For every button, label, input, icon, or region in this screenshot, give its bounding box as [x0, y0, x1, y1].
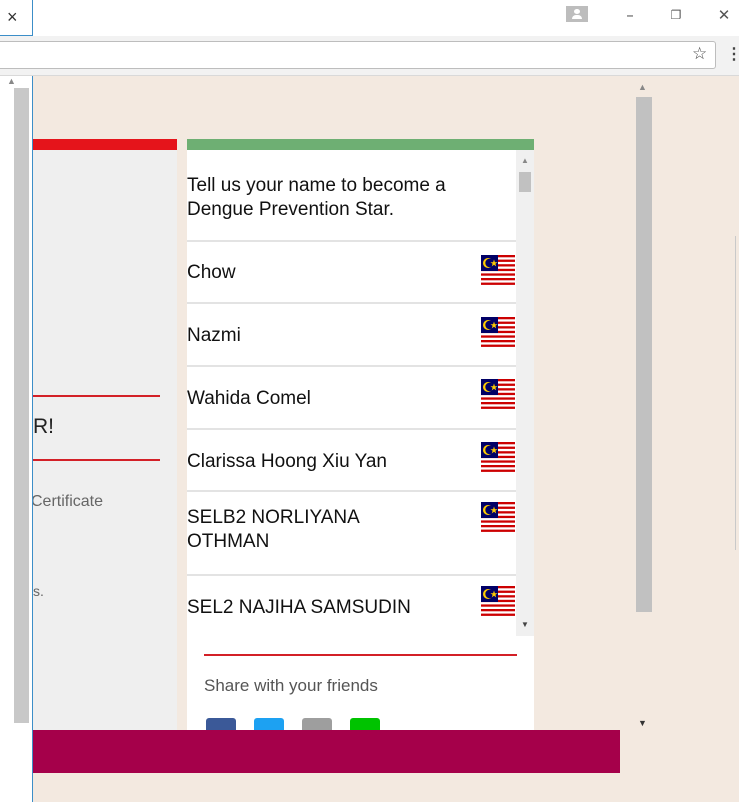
- left-divider-bottom: [33, 459, 160, 461]
- tab-close-icon[interactable]: ×: [7, 7, 18, 27]
- malaysia-flag-icon: [481, 379, 515, 411]
- entry-name: SELB2 NORLIYANA OTHMAN: [187, 507, 359, 552]
- left-heading: R!: [33, 415, 54, 438]
- bookmark-star-icon[interactable]: ☆: [692, 44, 707, 64]
- entry-name: Nazmi: [187, 325, 241, 346]
- entry-name: Clarissa Hoong Xiu Yan: [187, 451, 387, 472]
- entry-name: SEL2 NAJIHA SAMSUDIN: [187, 597, 411, 618]
- scroll-up-arrow-icon[interactable]: ▲: [521, 156, 529, 165]
- list-item: Chow: [187, 242, 516, 304]
- left-card: R! Certificate s.: [33, 139, 177, 739]
- profile-icon[interactable]: [566, 6, 588, 22]
- left-text-certificate: Certificate: [33, 493, 104, 510]
- share-label: Share with your friends: [204, 676, 378, 695]
- scroll-down-arrow-icon[interactable]: ▼: [521, 620, 529, 629]
- main-card-accent-bar: [187, 139, 534, 150]
- names-list-scrollbar[interactable]: ▲ ▼: [516, 150, 534, 636]
- left-card-accent-bar: [33, 139, 177, 150]
- left-text-fragment: s.: [33, 583, 44, 599]
- address-toolbar: ☆ ⋮: [0, 36, 739, 76]
- browser-tab[interactable]: ×: [0, 0, 33, 36]
- malaysia-flag-icon: [481, 255, 515, 287]
- left-divider-top: [33, 395, 160, 397]
- dengue-star-card: Tell us your name to become a Dengue Pre…: [187, 139, 534, 748]
- list-item: SEL2 NAJIHA SAMSUDIN: [187, 576, 516, 636]
- names-list: Tell us your name to become a Dengue Pre…: [187, 150, 516, 636]
- list-item: Wahida Comel: [187, 367, 516, 430]
- minimize-icon[interactable]: –: [620, 6, 640, 24]
- malaysia-flag-icon: [481, 586, 515, 618]
- share-divider: [204, 654, 517, 656]
- browser-menu-icon[interactable]: ⋮: [726, 44, 739, 64]
- scroll-down-arrow-icon[interactable]: ▼: [638, 718, 647, 728]
- footer-bar: [33, 730, 620, 773]
- list-item: Nazmi: [187, 304, 516, 367]
- list-item: SELB2 NORLIYANA OTHMAN: [187, 492, 516, 576]
- page-scroll-thumb[interactable]: [636, 97, 652, 612]
- intro-text: Tell us your name to become a Dengue Pre…: [187, 150, 516, 242]
- scroll-up-arrow-icon[interactable]: ▲: [638, 82, 647, 92]
- list-item: Clarissa Hoong Xiu Yan: [187, 430, 516, 492]
- malaysia-flag-icon: [481, 317, 515, 349]
- names-list-scroll-thumb[interactable]: [519, 172, 531, 192]
- side-panel: ▲: [0, 76, 33, 802]
- close-window-icon[interactable]: ✕: [714, 6, 734, 24]
- malaysia-flag-icon: [481, 442, 515, 474]
- side-panel-scrollbar[interactable]: [14, 88, 29, 723]
- entry-name: Wahida Comel: [187, 388, 311, 409]
- window-titlebar: × – ❐ ✕: [0, 0, 739, 36]
- entry-name: Chow: [187, 262, 236, 283]
- share-section: Share with your friends: [187, 636, 534, 748]
- restore-icon[interactable]: ❐: [666, 8, 686, 22]
- page-viewport: R! Certificate s. Tell us your name to b…: [33, 76, 739, 802]
- profile-body: [572, 15, 582, 19]
- address-input[interactable]: [0, 41, 716, 69]
- page-scrollbar[interactable]: ▲ ▼: [629, 76, 656, 736]
- scroll-up-arrow-icon[interactable]: ▲: [7, 76, 16, 86]
- malaysia-flag-icon: [481, 502, 515, 534]
- profile-head: [574, 9, 580, 14]
- right-edge-divider: [735, 236, 736, 550]
